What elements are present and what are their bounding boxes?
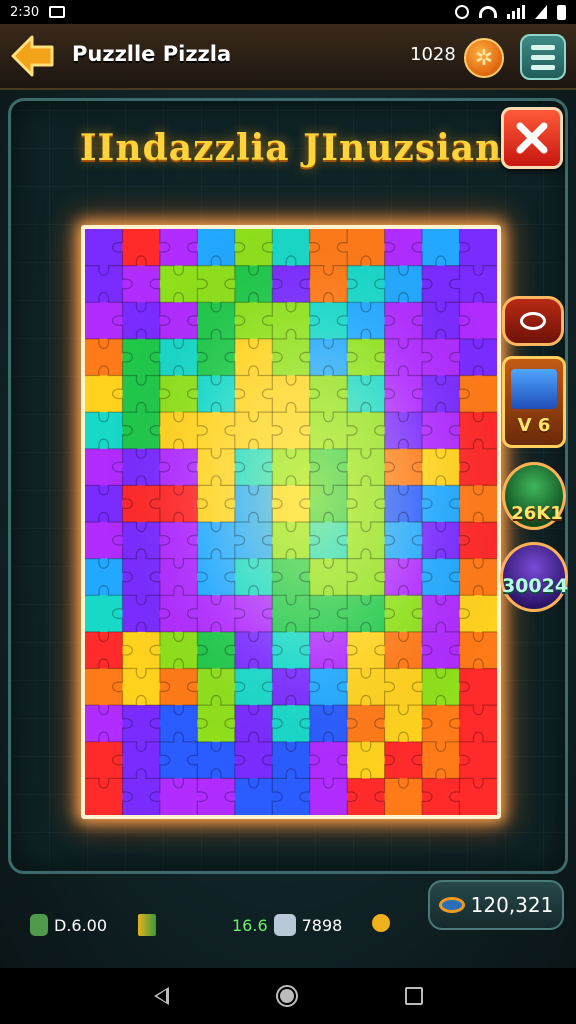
card-label: V 6 — [517, 415, 551, 436]
stat-c-value: 7898 — [301, 915, 343, 935]
back-arrow-icon — [11, 35, 54, 77]
menu-button[interactable] — [520, 34, 566, 80]
alarm-icon — [455, 5, 469, 19]
stat-b-value: 16.6 — [232, 915, 268, 935]
coin-count: 1028 — [410, 44, 456, 65]
status-bar: 2:30 — [0, 0, 576, 24]
top-bar: Puzzlle Pizzla 1028 ✲ — [0, 24, 576, 90]
key-icon — [372, 914, 390, 932]
signal-icon — [507, 5, 525, 19]
puzzle-pieces[interactable] — [85, 229, 497, 815]
navigation-bar — [0, 968, 576, 1024]
puzzle-panel: IIndazzlia JInuzsian — [8, 98, 568, 874]
stop-button[interactable] — [502, 296, 564, 346]
game-screen: Puzzlle Pizzla 1028 ✲ IIndazzlia JInuzsi… — [0, 24, 576, 968]
monster-reward[interactable]: 26K1 — [502, 462, 566, 530]
robot-icon — [273, 914, 296, 936]
battery-icon — [557, 4, 566, 20]
gem-reward[interactable]: 30024 — [500, 542, 568, 612]
close-button[interactable] — [501, 107, 563, 169]
nav-back-icon[interactable] — [153, 987, 169, 1005]
monster-label: 26K1 — [511, 503, 563, 524]
stat-a: D.6.00 — [30, 914, 107, 936]
card-screen — [511, 369, 557, 409]
bottom-bar: D.6.00 16.6 7898 120,321 — [0, 880, 576, 968]
arrow-stat[interactable] — [138, 914, 156, 936]
menu-icon — [531, 44, 555, 50]
arrow-icon — [138, 914, 156, 936]
cellular-icon — [535, 5, 547, 19]
total-button[interactable]: 120,321 — [428, 880, 564, 930]
gem-label: 30024 — [501, 575, 569, 597]
game-title: Puzzlle Pizzla — [72, 42, 232, 66]
key-stat[interactable] — [372, 914, 390, 932]
status-time: 2:30 — [10, 4, 40, 20]
nav-home-icon[interactable] — [275, 985, 298, 1007]
total-value: 120,321 — [470, 893, 554, 917]
eye-icon — [438, 897, 465, 913]
stop-icon — [520, 312, 546, 330]
stat-b: 16.6 7898 — [232, 914, 342, 936]
back-button[interactable] — [10, 34, 56, 78]
puzzle-board[interactable] — [81, 225, 501, 819]
nav-recent-icon[interactable] — [404, 987, 423, 1005]
potion-icon — [30, 914, 48, 936]
close-icon — [516, 122, 548, 154]
coin-icon[interactable]: ✲ — [464, 38, 504, 78]
reward-card[interactable]: V 6 — [502, 356, 566, 448]
mail-icon — [49, 6, 66, 18]
stat-a-value: D.6.00 — [54, 915, 108, 935]
wifi-icon — [479, 6, 497, 18]
puzzle-title: IIndazzlia JInuzsian — [79, 127, 503, 169]
